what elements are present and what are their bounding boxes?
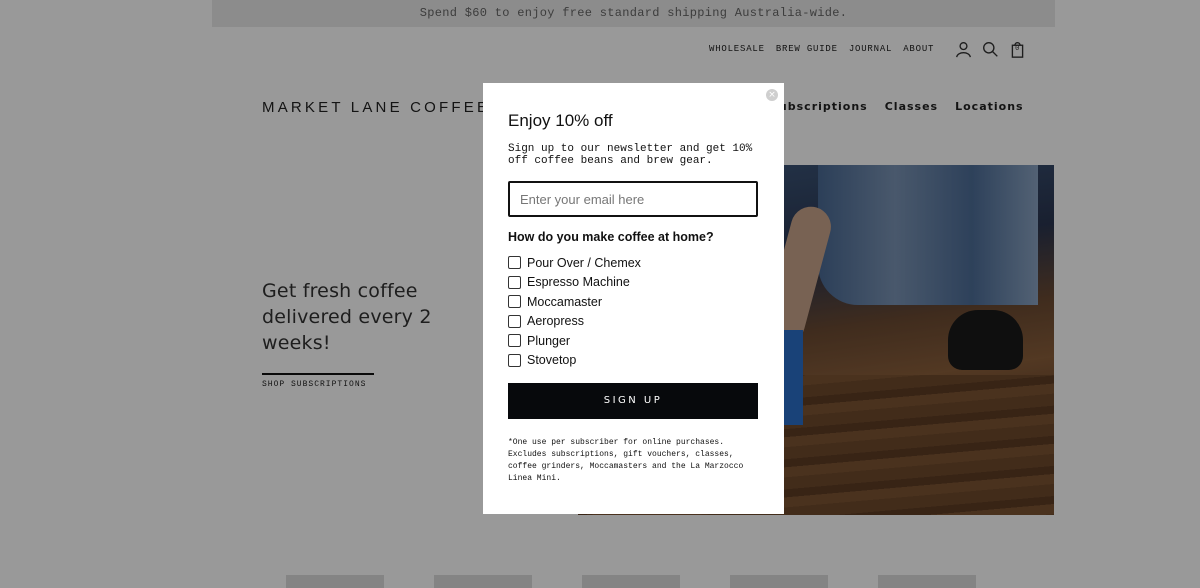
option-label: Moccamaster (527, 294, 603, 309)
option-moccamaster[interactable]: Moccamaster (508, 292, 641, 312)
email-field[interactable] (508, 181, 758, 217)
option-aeropress[interactable]: Aeropress (508, 312, 641, 332)
checkbox[interactable] (508, 334, 521, 348)
disclaimer-text: *One use per subscriber for online purch… (508, 438, 744, 483)
close-icon[interactable]: × (766, 89, 778, 101)
option-label: Stovetop (527, 353, 577, 368)
checkbox[interactable] (508, 353, 521, 367)
newsletter-modal: × Enjoy 10% off Sign up to our newslette… (483, 83, 784, 514)
option-label: Plunger (527, 333, 571, 348)
option-espresso-machine[interactable]: Espresso Machine (508, 273, 641, 293)
option-label: Pour Over / Chemex (527, 255, 641, 270)
brew-method-options: Pour Over / Chemex Espresso Machine Mocc… (508, 253, 641, 370)
sign-up-button[interactable]: SIGN UP (508, 383, 758, 419)
checkbox[interactable] (508, 275, 521, 289)
checkbox[interactable] (508, 314, 521, 328)
option-plunger[interactable]: Plunger (508, 331, 641, 351)
modal-description: Sign up to our newsletter and get 10% of… (508, 143, 753, 167)
option-pour-over[interactable]: Pour Over / Chemex (508, 253, 641, 273)
checkbox[interactable] (508, 256, 521, 270)
option-label: Espresso Machine (527, 275, 630, 290)
modal-title: Enjoy 10% off (508, 111, 613, 130)
option-label: Aeropress (527, 314, 584, 329)
option-stovetop[interactable]: Stovetop (508, 351, 641, 371)
checkbox[interactable] (508, 295, 521, 309)
brew-method-question: How do you make coffee at home? (508, 230, 714, 244)
